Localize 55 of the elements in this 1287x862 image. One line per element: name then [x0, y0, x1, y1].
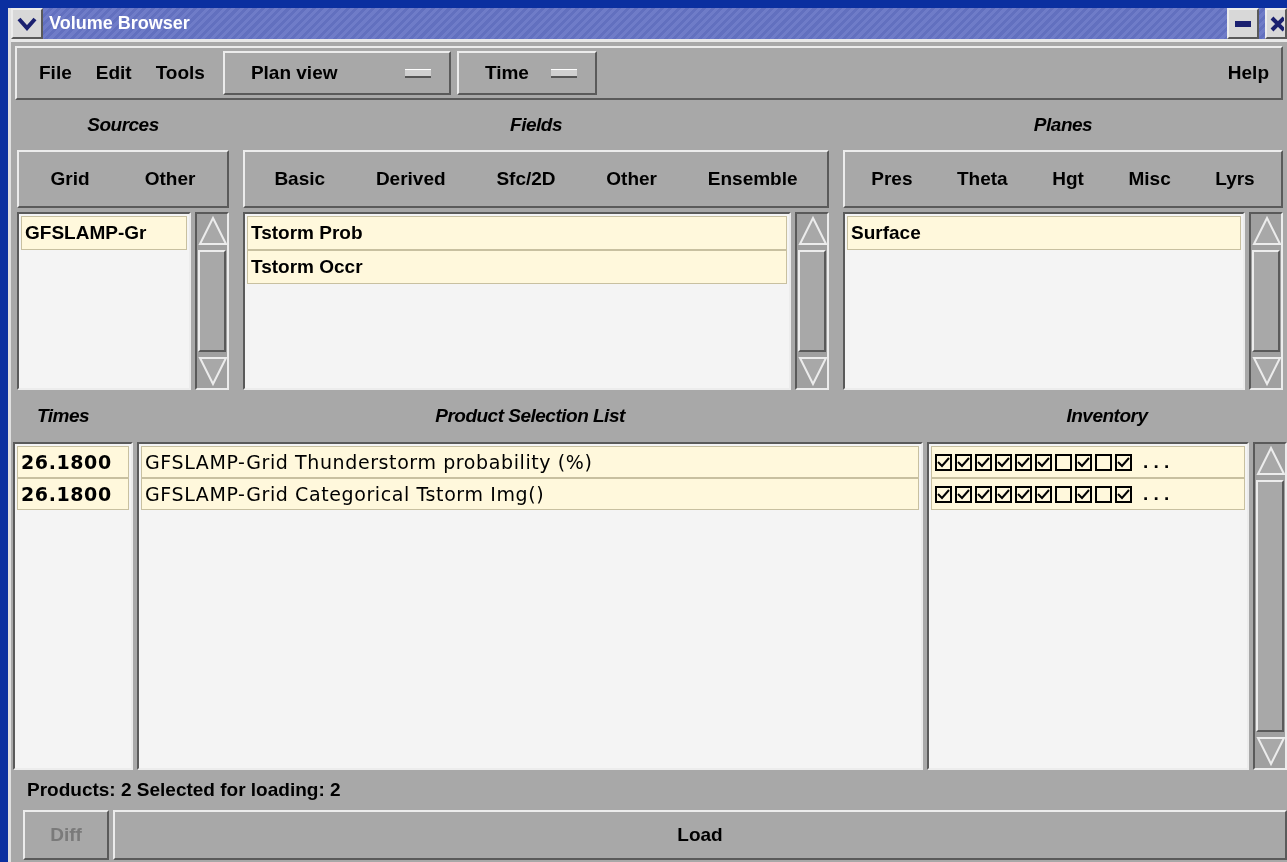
section-title: Times: [37, 405, 90, 427]
tab[interactable]: Theta: [957, 168, 1008, 190]
scroll-thumb[interactable]: [1256, 480, 1284, 732]
window-title: Volume Browser: [49, 13, 191, 34]
tab[interactable]: Other: [606, 168, 657, 190]
inventory-row[interactable]: . . .: [931, 478, 1245, 510]
list-item[interactable]: 26.1800: [17, 478, 129, 510]
list-item[interactable]: Surface: [847, 216, 1241, 250]
dropdown[interactable]: Time: [456, 51, 597, 95]
scroll-thumb[interactable]: [1252, 250, 1280, 352]
section-title: Planes: [1033, 114, 1093, 136]
tab[interactable]: Other: [144, 168, 196, 190]
menu-item[interactable]: Edit: [83, 62, 144, 84]
list-item[interactable]: GFSLAMP-Grid Thunderstorm probability (%): [141, 446, 919, 478]
dropdown-indicator-icon: [550, 68, 577, 78]
close-button[interactable]: [1265, 8, 1287, 39]
scroll-thumb[interactable]: [198, 250, 226, 352]
tab[interactable]: Lyrs: [1215, 168, 1255, 190]
section-title: Sources: [87, 114, 159, 136]
list-item[interactable]: 26.1800: [17, 446, 129, 478]
more-indicator: . . .: [1143, 451, 1170, 473]
menu-item[interactable]: Help: [1227, 62, 1269, 84]
section-title: Product Selection List: [435, 405, 625, 427]
scrollbar[interactable]: [1253, 442, 1287, 770]
tab[interactable]: Hgt: [1052, 168, 1084, 190]
scrollbar[interactable]: [195, 212, 229, 390]
list-item[interactable]: Tstorm Prob: [247, 216, 787, 250]
menu-item[interactable]: File: [27, 62, 84, 84]
tab[interactable]: Derived: [375, 168, 446, 190]
more-indicator: . . .: [1143, 483, 1170, 505]
tab[interactable]: Misc: [1128, 168, 1171, 190]
window-menu-button[interactable]: [11, 8, 43, 39]
scroll-thumb[interactable]: [798, 250, 826, 352]
minimize-button[interactable]: [1227, 8, 1259, 39]
tab[interactable]: Pres: [871, 168, 913, 190]
status-text: Products: 2 Selected for loading: 2: [27, 779, 341, 801]
chevron-down-icon: [17, 16, 37, 31]
close-icon: [1270, 15, 1284, 32]
tab[interactable]: Sfc/2D: [496, 168, 556, 190]
tab[interactable]: Grid: [50, 168, 90, 190]
menu-item[interactable]: Tools: [143, 62, 217, 84]
list-item[interactable]: GFSLAMP-Gr: [21, 216, 187, 250]
tab[interactable]: Basic: [274, 168, 326, 190]
scrollbar[interactable]: [1249, 212, 1283, 390]
tab[interactable]: Ensemble: [707, 168, 798, 190]
dropdown[interactable]: Plan view: [222, 51, 451, 95]
inventory-row[interactable]: . . .: [931, 446, 1245, 478]
dropdown-indicator-icon: [404, 68, 431, 78]
action-button[interactable]: Load: [113, 810, 1287, 860]
list-item[interactable]: Tstorm Occr: [247, 250, 787, 284]
section-title: Inventory: [1066, 405, 1148, 427]
section-title: Fields: [510, 114, 562, 136]
scrollbar[interactable]: [795, 212, 829, 390]
list-item[interactable]: GFSLAMP-Grid Categorical Tstorm Img(): [141, 478, 919, 510]
minimize-icon: [1235, 20, 1251, 27]
